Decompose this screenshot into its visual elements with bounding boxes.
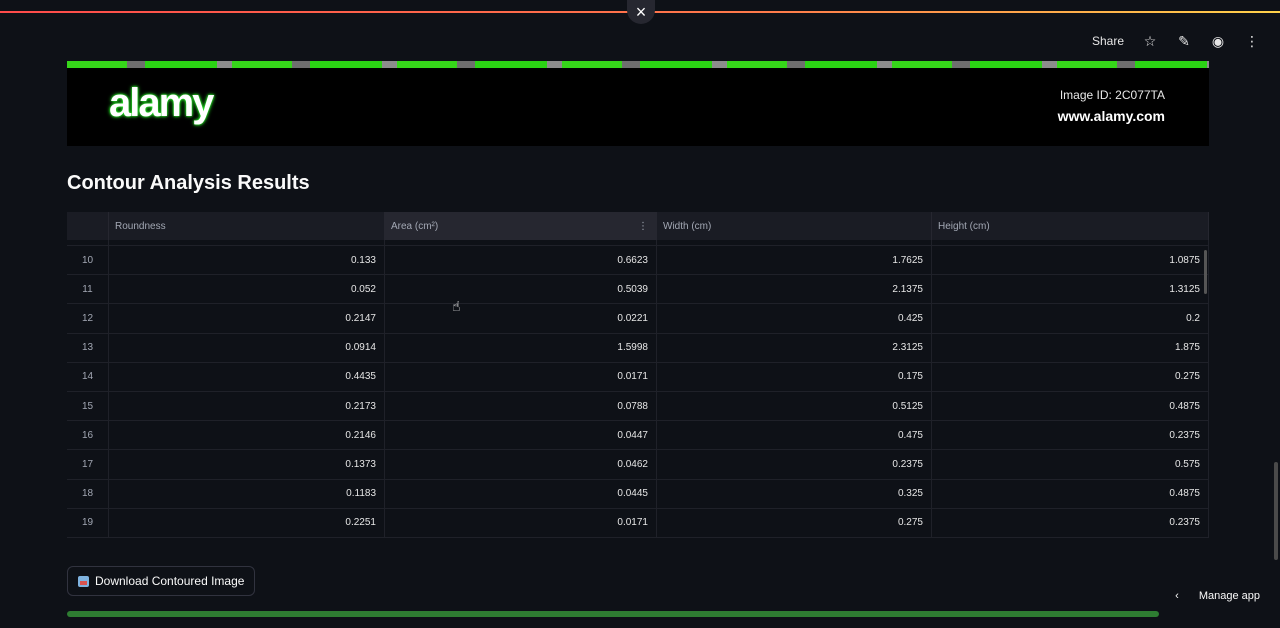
table-cell-area[interactable]: 0.6623 bbox=[385, 246, 657, 275]
table-body: 10 0.133 0.6623 1.7625 1.0875 11 0.052 0.5039 2.… bbox=[67, 246, 1209, 538]
row-index[interactable]: 10 bbox=[67, 246, 109, 275]
table-cell-width[interactable]: 0.175 bbox=[657, 362, 932, 391]
table-row[interactable]: 18 0.1183 0.0445 0.325 0.4875 bbox=[67, 479, 1209, 509]
menu-icon[interactable]: ⋮ bbox=[1244, 32, 1260, 50]
table-cell-height[interactable]: 1.0875 bbox=[932, 246, 1209, 275]
table-cell-width[interactable]: 0.5125 bbox=[657, 391, 932, 421]
table-cell-width[interactable]: 1.7625 bbox=[657, 246, 932, 275]
page-scrollbar[interactable] bbox=[1274, 462, 1278, 560]
row-index[interactable]: 18 bbox=[67, 479, 109, 508]
table-row[interactable]: 17 0.1373 0.0462 0.2375 0.575 bbox=[67, 450, 1209, 480]
row-index[interactable]: 16 bbox=[67, 421, 109, 450]
manage-app[interactable]: ‹ Manage app bbox=[1175, 590, 1260, 602]
table-cell-roundness[interactable]: 0.2147 bbox=[109, 304, 385, 333]
close-icon[interactable]: × bbox=[627, 0, 655, 24]
table-cell-area[interactable]: 0.0788 bbox=[385, 391, 657, 421]
progress-bar bbox=[67, 611, 1159, 617]
table-cell-height[interactable]: 0.575 bbox=[932, 450, 1209, 479]
table-cell-height[interactable]: 0.4875 bbox=[932, 479, 1209, 508]
download-button-label: Download Contoured Image bbox=[95, 574, 245, 588]
table-cell-roundness[interactable]: 0.4435 bbox=[109, 362, 385, 391]
chevron-left-icon: ‹ bbox=[1175, 590, 1179, 602]
site-url: www.alamy.com bbox=[1057, 108, 1165, 124]
table-cell-height[interactable]: 0.2375 bbox=[932, 421, 1209, 450]
table-cell-height[interactable]: 0.275 bbox=[932, 362, 1209, 391]
table-cell-roundness[interactable]: 0.133 bbox=[109, 246, 385, 275]
github-icon[interactable]: ◉ bbox=[1210, 32, 1226, 50]
table-cell-area[interactable]: 0.5039 bbox=[385, 275, 657, 304]
table-cell-roundness[interactable]: 0.1373 bbox=[109, 450, 385, 479]
table-cell-width[interactable]: 0.425 bbox=[657, 304, 932, 333]
column-header-height[interactable]: Height (cm) bbox=[932, 212, 1209, 240]
download-button[interactable]: Download Contoured Image bbox=[67, 566, 256, 596]
banner-strip bbox=[67, 61, 1209, 68]
image-id: Image ID: 2C077TA bbox=[1059, 88, 1165, 102]
alamy-logo: alamy bbox=[109, 81, 214, 125]
column-header-width[interactable]: Width (cm) bbox=[657, 212, 932, 240]
table-row[interactable]: 10 0.133 0.6623 1.7625 1.0875 bbox=[67, 246, 1209, 276]
table-row[interactable]: 13 0.0914 1.5998 2.3125 1.875 bbox=[67, 333, 1209, 363]
column-menu-icon[interactable]: ⋮ bbox=[638, 221, 648, 232]
toolbar: Share ☆ ✎ ◉ ⋮ bbox=[1092, 32, 1260, 50]
row-index[interactable]: 11 bbox=[67, 275, 109, 304]
table-cell-area[interactable]: 0.0445 bbox=[385, 479, 657, 508]
table-cell-width[interactable]: 0.475 bbox=[657, 421, 932, 450]
image-banner: alamy Image ID: 2C077TA www.alamy.com bbox=[67, 61, 1209, 146]
table-scrollbar[interactable] bbox=[1204, 250, 1207, 294]
table-cell-height[interactable]: 1.3125 bbox=[932, 275, 1209, 304]
table-cell-area[interactable]: 0.0447 bbox=[385, 421, 657, 450]
manage-app-label: Manage app bbox=[1198, 590, 1260, 602]
table-cell-height[interactable]: 0.4875 bbox=[932, 391, 1209, 421]
edit-icon[interactable]: ✎ bbox=[1176, 32, 1192, 50]
row-index[interactable]: 12 bbox=[67, 304, 109, 333]
table-cell-width[interactable]: 2.3125 bbox=[657, 333, 932, 362]
table-row[interactable]: 16 0.2146 0.0447 0.475 0.2375 bbox=[67, 421, 1209, 451]
table-cell-roundness[interactable]: 0.1183 bbox=[109, 479, 385, 508]
row-index[interactable]: 15 bbox=[67, 391, 109, 421]
table-cell-width[interactable]: 0.2375 bbox=[657, 450, 932, 479]
image-icon bbox=[78, 575, 89, 587]
table-header: Roundness Area (cm²) ⋮ Width (cm) Height… bbox=[67, 212, 1209, 240]
table-cell-height[interactable]: 1.875 bbox=[932, 333, 1209, 362]
table-cell-height[interactable]: 0.2 bbox=[932, 304, 1209, 333]
table-cell-width[interactable]: 0.325 bbox=[657, 479, 932, 508]
results-table[interactable]: Roundness Area (cm²) ⋮ Width (cm) Height… bbox=[67, 212, 1209, 552]
table-row[interactable]: 14 0.4435 0.0171 0.175 0.275 bbox=[67, 362, 1209, 392]
row-index[interactable]: 13 bbox=[67, 333, 109, 362]
table-row[interactable]: 12 0.2147 0.0221 0.425 0.2 bbox=[67, 304, 1209, 334]
star-icon[interactable]: ☆ bbox=[1142, 32, 1158, 50]
table-cell-area[interactable]: 0.0221 bbox=[385, 304, 657, 333]
table-cell-width[interactable]: 2.1375 bbox=[657, 275, 932, 304]
table-cell-roundness[interactable]: 0.2146 bbox=[109, 421, 385, 450]
row-index[interactable]: 17 bbox=[67, 450, 109, 479]
table-row[interactable]: 15 0.2173 0.0788 0.5125 0.4875 bbox=[67, 391, 1209, 422]
table-cell-roundness[interactable]: 0.2173 bbox=[109, 391, 385, 421]
table-cell-roundness[interactable]: 0.0914 bbox=[109, 333, 385, 362]
table-row[interactable]: 11 0.052 0.5039 2.1375 1.3125 bbox=[67, 275, 1209, 305]
table-cell-area[interactable]: 1.5998 bbox=[385, 333, 657, 362]
table-cell-roundness[interactable]: 0.2251 bbox=[109, 508, 385, 537]
table-cell-area[interactable]: 0.0171 bbox=[385, 508, 657, 537]
column-header-roundness[interactable]: Roundness bbox=[109, 212, 385, 240]
row-index[interactable]: 14 bbox=[67, 362, 109, 391]
page-title: Contour Analysis Results bbox=[67, 172, 310, 194]
table-cell-height[interactable]: 0.2375 bbox=[932, 508, 1209, 537]
mouse-cursor-icon: ☝ bbox=[452, 298, 461, 314]
table-cell-width[interactable]: 0.275 bbox=[657, 508, 932, 537]
column-header-area[interactable]: Area (cm²) ⋮ bbox=[385, 212, 657, 240]
row-index[interactable]: 19 bbox=[67, 508, 109, 537]
column-header-area-label: Area (cm²) bbox=[391, 220, 439, 232]
index-header bbox=[67, 212, 109, 240]
table-row[interactable]: 19 0.2251 0.0171 0.275 0.2375 bbox=[67, 508, 1209, 538]
table-cell-area[interactable]: 0.0171 bbox=[385, 362, 657, 391]
share-button[interactable]: Share bbox=[1092, 34, 1124, 48]
table-cell-roundness[interactable]: 0.052 bbox=[109, 275, 385, 304]
table-cell-area[interactable]: 0.0462 bbox=[385, 450, 657, 479]
